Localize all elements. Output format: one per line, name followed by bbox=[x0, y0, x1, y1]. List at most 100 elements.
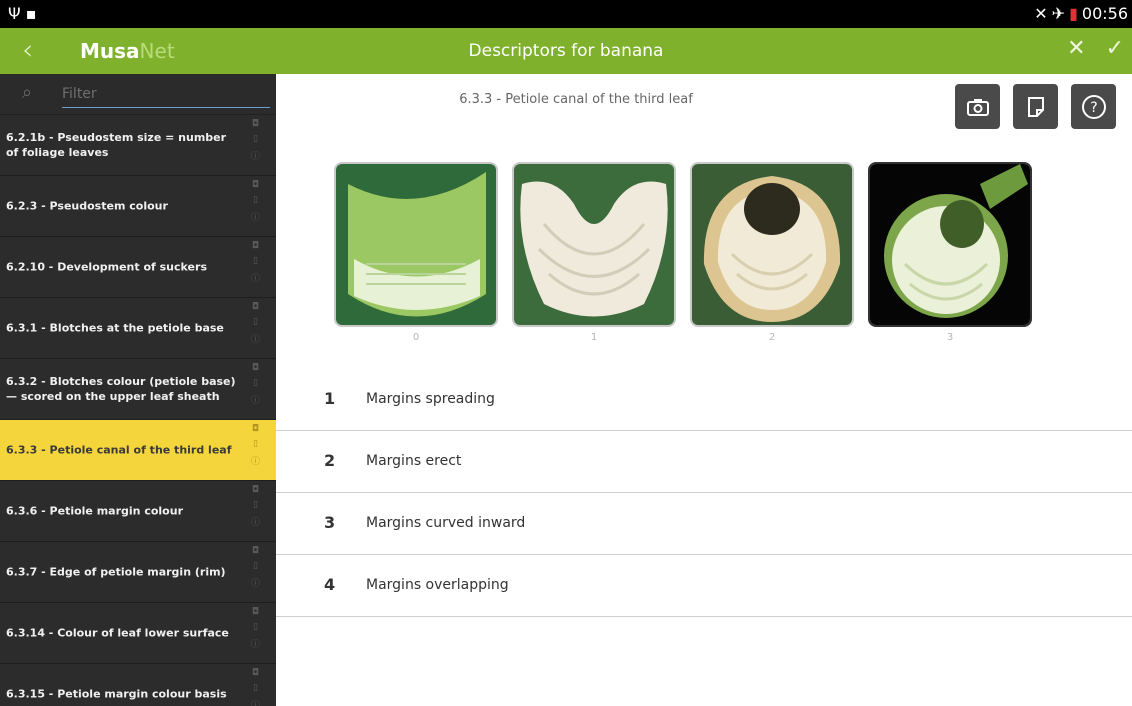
option-number: 4 bbox=[324, 575, 336, 594]
sidebar-item-label: 6.3.7 - Edge of petiole margin (rim) bbox=[6, 565, 226, 579]
note-icon: ▯ bbox=[253, 378, 258, 388]
gallery-marker: 3 bbox=[946, 332, 954, 343]
sidebar-item-icons: ◘ ▯ ⓘ bbox=[251, 424, 260, 467]
help-icon: ⓘ bbox=[250, 457, 260, 467]
sidebar-item[interactable]: 6.3.1 - Blotches at the petiole base ◘ ▯ ⓘ bbox=[0, 298, 276, 359]
status-bar: Ψ ▪ ✕ ✈ ▮ 00:56 bbox=[0, 0, 1132, 28]
sidebar-item-icons: ◘ ▯ ⓘ bbox=[251, 119, 260, 162]
camera-icon: ◘ bbox=[251, 668, 260, 678]
sidebar-item[interactable]: 6.3.15 - Petiole margin colour basis ◘ ▯ ⓘ bbox=[0, 664, 276, 706]
camera-icon bbox=[966, 98, 989, 116]
sidebar-item-icons: ◘ ▯ ⓘ bbox=[251, 607, 260, 650]
sidebar-item-label: 6.3.15 - Petiole margin colour basis bbox=[6, 687, 227, 701]
app-bar-actions: ✕ ✓ bbox=[1067, 36, 1124, 61]
sidebar-item-icons: ◘ ▯ ⓘ bbox=[251, 668, 260, 706]
help-icon: ⓘ bbox=[250, 213, 260, 223]
sidebar-item-label: 6.3.2 - Blotches colour (petiole base) —… bbox=[6, 375, 236, 403]
descriptor-title: 6.3.3 - Petiole canal of the third leaf bbox=[459, 92, 693, 107]
note-icon: ▯ bbox=[253, 439, 258, 449]
help-icon: ⓘ bbox=[250, 274, 260, 284]
sidebar-item[interactable]: 6.3.6 - Petiole margin colour ◘ ▯ ⓘ bbox=[0, 481, 276, 542]
sidebar-item-label: 6.2.10 - Development of suckers bbox=[6, 260, 207, 274]
option-label: Margins curved inward bbox=[366, 515, 526, 531]
sidebar-item-icons: ◘ ▯ ⓘ bbox=[251, 363, 260, 406]
gallery-marker: 0 bbox=[412, 332, 420, 343]
camera-icon: ◘ bbox=[251, 180, 260, 190]
image-gallery bbox=[334, 162, 1032, 327]
gallery-image-3[interactable] bbox=[868, 162, 1032, 327]
sidebar-item[interactable]: 6.2.10 - Development of suckers ◘ ▯ ⓘ bbox=[0, 237, 276, 298]
checkmark-icon[interactable]: ✓ bbox=[1106, 36, 1124, 61]
note-icon: ▯ bbox=[253, 561, 258, 571]
airplane-icon: ✈ bbox=[1051, 4, 1066, 23]
status-icons: ✕ ✈ ▮ 00:56 bbox=[1034, 4, 1128, 23]
camera-icon: ◘ bbox=[251, 546, 260, 556]
help-icon: ? bbox=[1081, 94, 1106, 119]
status-time: 00:56 bbox=[1081, 4, 1128, 23]
top-buttons: ? bbox=[955, 84, 1116, 129]
note-icon: ▯ bbox=[253, 195, 258, 205]
sidebar-item[interactable]: 6.2.3 - Pseudostem colour ◘ ▯ ⓘ bbox=[0, 176, 276, 237]
camera-icon: ◘ bbox=[251, 424, 260, 434]
sidebar-item-label: 6.2.3 - Pseudostem colour bbox=[6, 199, 168, 213]
note-icon: ▯ bbox=[253, 622, 258, 632]
app-bar: ‹ MusaNet Descriptors for banana ✕ ✓ bbox=[0, 28, 1132, 74]
gallery-marker: 1 bbox=[590, 332, 598, 343]
sidebar-item[interactable]: 6.3.3 - Petiole canal of the third leaf ◘… bbox=[0, 420, 276, 481]
option-row[interactable]: 1 Margins spreading bbox=[276, 369, 1132, 431]
main-panel: 6.3.3 - Petiole canal of the third leaf … bbox=[276, 74, 1132, 706]
option-number: 1 bbox=[324, 389, 336, 408]
option-label: Margins spreading bbox=[366, 391, 495, 407]
note-icon: ▯ bbox=[253, 500, 258, 510]
gallery-image-0[interactable] bbox=[334, 162, 498, 327]
sidebar-item[interactable]: 6.3.2 - Blotches colour (petiole base) —… bbox=[0, 359, 276, 420]
camera-button[interactable] bbox=[955, 84, 1000, 129]
gallery-image-2[interactable] bbox=[690, 162, 854, 327]
camera-icon: ◘ bbox=[251, 607, 260, 617]
sidebar-item[interactable]: 6.3.14 - Colour of leaf lower surface ◘ ▯ ⓘ bbox=[0, 603, 276, 664]
battery-icon: ▮ bbox=[1069, 4, 1078, 23]
sidebar-item-icons: ◘ ▯ ⓘ bbox=[251, 180, 260, 223]
option-label: Margins overlapping bbox=[366, 577, 509, 593]
mute-icon: ✕ bbox=[1034, 4, 1048, 23]
gallery-markers: 0 1 2 3 bbox=[334, 332, 1032, 343]
option-row[interactable]: 2 Margins erect bbox=[276, 431, 1132, 493]
help-icon: ⓘ bbox=[250, 579, 260, 589]
svg-text:?: ? bbox=[1090, 100, 1097, 116]
camera-icon: ◘ bbox=[251, 485, 260, 495]
option-row[interactable]: 3 Margins curved inward bbox=[276, 493, 1132, 555]
gallery-marker: 2 bbox=[768, 332, 776, 343]
option-label: Margins erect bbox=[366, 453, 462, 469]
filter-input[interactable]: Filter bbox=[62, 82, 270, 108]
help-icon: ⓘ bbox=[250, 640, 260, 650]
page-title: Descriptors for banana bbox=[468, 41, 664, 61]
sidebar-list: 6.2.1b - Pseudostem size = number of fol… bbox=[0, 115, 276, 706]
sidebar: ⌕ Filter 6.2.1b - Pseudostem size = numb… bbox=[0, 74, 276, 706]
usb-icon: Ψ ▪ bbox=[8, 4, 37, 23]
filter-bar: ⌕ Filter bbox=[0, 74, 276, 115]
note-icon: ▯ bbox=[253, 256, 258, 266]
option-number: 2 bbox=[324, 451, 336, 470]
close-icon[interactable]: ✕ bbox=[1067, 36, 1085, 61]
option-number: 3 bbox=[324, 513, 336, 532]
sidebar-item-label: 6.3.1 - Blotches at the petiole base bbox=[6, 321, 224, 335]
note-button[interactable] bbox=[1013, 84, 1058, 129]
help-button[interactable]: ? bbox=[1071, 84, 1116, 129]
help-icon: ⓘ bbox=[250, 701, 260, 706]
help-icon: ⓘ bbox=[250, 335, 260, 345]
sidebar-item-icons: ◘ ▯ ⓘ bbox=[251, 546, 260, 589]
sidebar-item[interactable]: 6.3.7 - Edge of petiole margin (rim) ◘ ▯ ⓘ bbox=[0, 542, 276, 603]
sidebar-item-label: 6.3.14 - Colour of leaf lower surface bbox=[6, 626, 229, 640]
option-list: 1 Margins spreading 2 Margins erect 3 Margins… bbox=[276, 369, 1132, 617]
sidebar-item[interactable]: 6.2.1b - Pseudostem size = number of fol… bbox=[0, 115, 276, 176]
camera-icon: ◘ bbox=[251, 302, 260, 312]
camera-icon: ◘ bbox=[251, 241, 260, 251]
note-icon: ▯ bbox=[253, 134, 258, 144]
option-row[interactable]: 4 Margins overlapping bbox=[276, 555, 1132, 617]
gallery-image-1[interactable] bbox=[512, 162, 676, 327]
search-icon: ⌕ bbox=[22, 82, 33, 103]
note-icon: ▯ bbox=[253, 683, 258, 693]
sidebar-item-label: 6.3.6 - Petiole margin colour bbox=[6, 504, 183, 518]
help-icon: ⓘ bbox=[250, 518, 260, 528]
camera-icon: ◘ bbox=[251, 363, 260, 373]
